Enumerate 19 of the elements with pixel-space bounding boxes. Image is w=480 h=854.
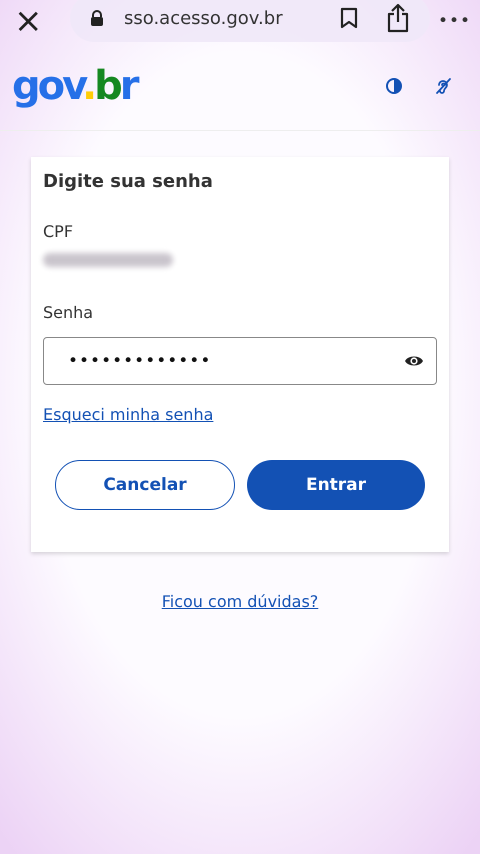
- cpf-label: CPF: [43, 222, 74, 241]
- more-icon[interactable]: •••: [438, 11, 472, 31]
- password-field[interactable]: •••••••••••••: [43, 337, 437, 385]
- password-label: Senha: [43, 303, 94, 322]
- lock-icon: [90, 10, 104, 26]
- cancel-button[interactable]: Cancelar: [55, 460, 235, 510]
- card-title: Digite sua senha: [43, 171, 214, 192]
- url-text: sso.acesso.gov.br: [124, 8, 284, 28]
- hearing-icon[interactable]: [434, 77, 452, 95]
- close-icon[interactable]: ×: [14, 4, 44, 38]
- logo[interactable]: gov.br: [12, 63, 137, 109]
- login-button[interactable]: Entrar: [247, 460, 425, 510]
- forgot-password-link[interactable]: Esqueci minha senha: [43, 405, 214, 424]
- address-bar[interactable]: sso.acesso.gov.br: [70, 0, 430, 42]
- help-link[interactable]: Ficou com dúvidas?: [162, 592, 318, 611]
- share-icon[interactable]: [386, 3, 410, 33]
- contrast-icon[interactable]: [386, 78, 402, 94]
- bookmark-icon[interactable]: [340, 7, 358, 29]
- eye-icon[interactable]: [404, 354, 424, 368]
